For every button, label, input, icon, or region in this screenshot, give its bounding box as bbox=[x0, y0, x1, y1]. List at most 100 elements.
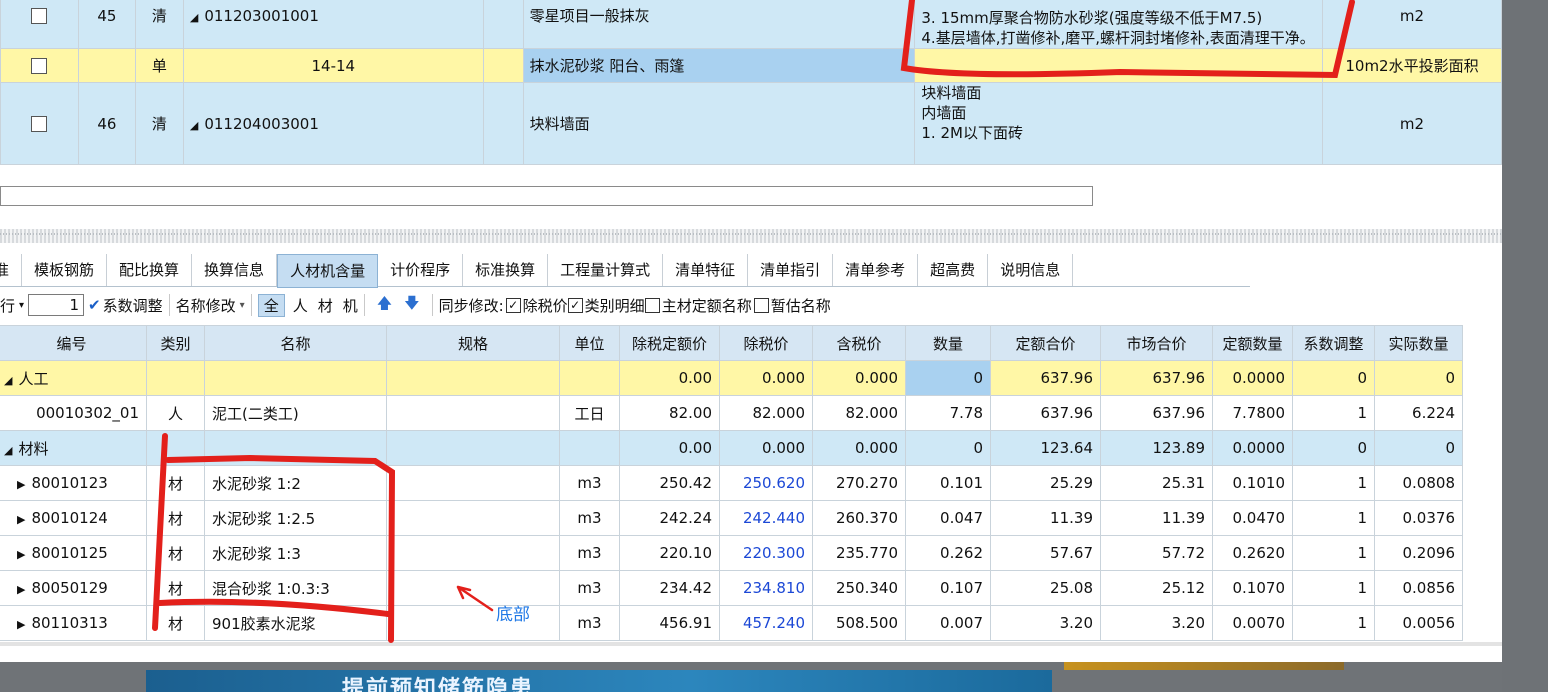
expand-triangle-icon[interactable]: ▶ bbox=[17, 583, 25, 596]
tab-4[interactable]: 人材机含量 bbox=[277, 254, 379, 288]
notax-price[interactable]: 82.000 bbox=[719, 395, 813, 431]
column-header[interactable]: 实际数量 bbox=[1374, 325, 1463, 361]
quantity[interactable]: 0.107 bbox=[905, 570, 991, 606]
resource-spec[interactable] bbox=[386, 570, 560, 606]
tab-10[interactable]: 清单参考 bbox=[833, 254, 919, 286]
tab-12[interactable]: 说明信息 bbox=[988, 254, 1074, 286]
bottom-grid-horizontal-scrollbar[interactable] bbox=[0, 642, 1502, 646]
filter-machine-button[interactable]: 机 bbox=[343, 295, 358, 316]
coef-adjust[interactable]: 1 bbox=[1292, 535, 1375, 571]
collapse-triangle-icon[interactable]: ◢ bbox=[190, 11, 198, 24]
group-row[interactable]: ◢ 材料 0.00 0.000 0.000 0 123.64 123.89 0.0000 0 0 bbox=[0, 430, 1463, 466]
bill-row[interactable]: 45 清 ◢ 011203001001 零星项目一般抹灰 3. 15mm厚聚合物防水砂浆(… bbox=[0, 0, 1502, 49]
table-row[interactable]: 00010302_01 人泥工(二类工) 工日 82.00 82.000 82.000 7.… bbox=[0, 395, 1463, 431]
resource-spec[interactable] bbox=[386, 500, 560, 536]
bill-name[interactable]: 零星项目一般抹灰 bbox=[522, 0, 916, 49]
resource-name[interactable]: 水泥砂浆 1:3 bbox=[204, 535, 387, 571]
table-row[interactable]: ▶ 80110313 材 901胶素水泥浆 m3 456.91 457.240 508.500… bbox=[0, 605, 1463, 641]
resource-name[interactable]: 水泥砂浆 1:2.5 bbox=[204, 500, 387, 536]
bill-name[interactable]: 抹水泥砂浆 阳台、雨篷 bbox=[522, 48, 916, 83]
tab-1[interactable]: 模板钢筋 bbox=[22, 254, 108, 286]
row-dropdown-icon[interactable]: ▾ bbox=[19, 300, 24, 311]
quantity[interactable]: 0.262 bbox=[905, 535, 991, 571]
tab-6[interactable]: 标准换算 bbox=[463, 254, 549, 286]
resource-name[interactable]: 水泥砂浆 1:2 bbox=[204, 465, 387, 501]
rename-button[interactable]: 名称修改 bbox=[176, 295, 236, 316]
column-header[interactable]: 类别 bbox=[146, 325, 205, 361]
resource-name[interactable]: 901胶素水泥浆 bbox=[204, 605, 387, 641]
column-header[interactable]: 除税定额价 bbox=[619, 325, 720, 361]
tab-2[interactable]: 配比换算 bbox=[107, 254, 193, 286]
chevron-down-icon[interactable]: ▾ bbox=[240, 300, 245, 311]
row-checkbox[interactable] bbox=[31, 116, 48, 132]
tab-8[interactable]: 清单特征 bbox=[663, 254, 749, 286]
bill-row[interactable]: 单 14-14 抹水泥砂浆 阳台、雨篷 10m2水平投影面积 bbox=[0, 48, 1502, 83]
ad-banner[interactable]: 提前预知储筋隐患 bbox=[146, 670, 1052, 692]
column-header[interactable]: 市场合价 bbox=[1100, 325, 1213, 361]
row-count-input[interactable]: 1 bbox=[28, 294, 85, 316]
column-header[interactable]: 名称 bbox=[204, 325, 387, 361]
notax-price[interactable]: 220.300 bbox=[719, 535, 813, 571]
column-header[interactable]: 定额数量 bbox=[1212, 325, 1293, 361]
resource-name[interactable]: 混合砂浆 1:0.3:3 bbox=[204, 570, 387, 606]
move-down-icon[interactable]: 🡇 bbox=[404, 293, 419, 318]
quantity[interactable]: 0.007 bbox=[905, 605, 991, 641]
notax-price[interactable]: 242.440 bbox=[719, 500, 813, 536]
row-checkbox-cell[interactable] bbox=[0, 82, 79, 165]
tab-7[interactable]: 工程量计算式 bbox=[548, 254, 664, 286]
expand-triangle-icon[interactable]: ▶ bbox=[17, 478, 25, 491]
row-checkbox[interactable] bbox=[31, 58, 48, 74]
column-header[interactable]: 除税价 bbox=[719, 325, 813, 361]
filter-labor-button[interactable]: 人 bbox=[293, 295, 308, 316]
coef-adjust-button[interactable]: 系数调整 bbox=[103, 295, 163, 316]
tab-5[interactable]: 计价程序 bbox=[378, 254, 464, 286]
group-row[interactable]: ◢ 人工 0.00 0.000 0.000 0 637.96 637.96 0.0000 0 0 bbox=[0, 360, 1463, 396]
bill-features[interactable]: 块料墙面 内墙面 1. 2M以下面砖 bbox=[914, 82, 1323, 165]
coef-adjust[interactable]: 1 bbox=[1292, 500, 1375, 536]
tab-0[interactable]: 准 bbox=[0, 254, 23, 286]
quantity[interactable]: 7.78 bbox=[905, 395, 991, 431]
tab-11[interactable]: 超高费 bbox=[918, 254, 989, 286]
bill-row[interactable]: 46 清 ◢ 011204003001 块料墙面 块料墙面 内墙面 1. 2M以下面砖 m2 bbox=[0, 82, 1502, 165]
expand-triangle-icon[interactable]: ▶ bbox=[17, 548, 25, 561]
resource-spec[interactable] bbox=[386, 605, 560, 641]
notax-price[interactable]: 457.240 bbox=[719, 605, 813, 641]
coef-adjust[interactable]: 1 bbox=[1292, 395, 1375, 431]
column-header[interactable]: 含税价 bbox=[812, 325, 906, 361]
tab-9[interactable]: 清单指引 bbox=[748, 254, 834, 286]
bill-name[interactable]: 块料墙面 bbox=[522, 82, 916, 165]
tab-3[interactable]: 换算信息 bbox=[192, 254, 278, 286]
bill-features[interactable] bbox=[914, 48, 1323, 83]
group-label[interactable]: ◢ 人工 bbox=[0, 360, 147, 396]
resource-spec[interactable] bbox=[386, 395, 560, 431]
resource-spec[interactable] bbox=[386, 465, 560, 501]
coef-adjust[interactable]: 1 bbox=[1292, 570, 1375, 606]
column-header[interactable]: 系数调整 bbox=[1292, 325, 1375, 361]
expand-triangle-icon[interactable]: ▶ bbox=[17, 618, 25, 631]
column-header[interactable]: 编号 bbox=[0, 325, 147, 361]
table-row[interactable]: ▶ 80010125 材水泥砂浆 1:3 m3 220.10 220.300 235.770… bbox=[0, 535, 1463, 571]
coef-adjust[interactable]: 1 bbox=[1292, 465, 1375, 501]
column-header[interactable]: 规格 bbox=[386, 325, 560, 361]
collapse-triangle-icon[interactable]: ◢ bbox=[4, 444, 12, 457]
panel-splitter[interactable] bbox=[0, 229, 1502, 243]
collapse-triangle-icon[interactable]: ◢ bbox=[4, 374, 12, 387]
top-grid-horizontal-scrollbar[interactable] bbox=[0, 186, 1093, 206]
column-header[interactable]: 单位 bbox=[559, 325, 620, 361]
filter-material-button[interactable]: 材 bbox=[318, 295, 333, 316]
category-checkbox[interactable]: ✓ bbox=[567, 297, 583, 313]
quantity[interactable]: 0.101 bbox=[905, 465, 991, 501]
filter-all-button[interactable]: 全 bbox=[257, 293, 285, 317]
notax-price[interactable]: 234.810 bbox=[719, 570, 813, 606]
bill-features[interactable]: 3. 15mm厚聚合物防水砂浆(强度等级不低于M7.5) 4.基层墙体,打凿修补,… bbox=[914, 0, 1323, 49]
notax-price[interactable]: 250.620 bbox=[719, 465, 813, 501]
expand-triangle-icon[interactable]: ▶ bbox=[17, 513, 25, 526]
column-header[interactable]: 定额合价 bbox=[990, 325, 1101, 361]
table-row[interactable]: ▶ 80010124 材水泥砂浆 1:2.5 m3 242.24 242.440 260.3… bbox=[0, 500, 1463, 536]
table-row[interactable]: ▶ 80050129 材混合砂浆 1:0.3:3 m3 234.42 234.810 250… bbox=[0, 570, 1463, 606]
temp-name-checkbox[interactable] bbox=[753, 297, 769, 313]
group-label[interactable]: ◢ 材料 bbox=[0, 430, 147, 466]
table-row[interactable]: ▶ 80010123 材水泥砂浆 1:2 m3 250.42 250.620 270.270… bbox=[0, 465, 1463, 501]
resource-name[interactable]: 泥工(二类工) bbox=[204, 395, 387, 431]
quantity[interactable]: 0.047 bbox=[905, 500, 991, 536]
